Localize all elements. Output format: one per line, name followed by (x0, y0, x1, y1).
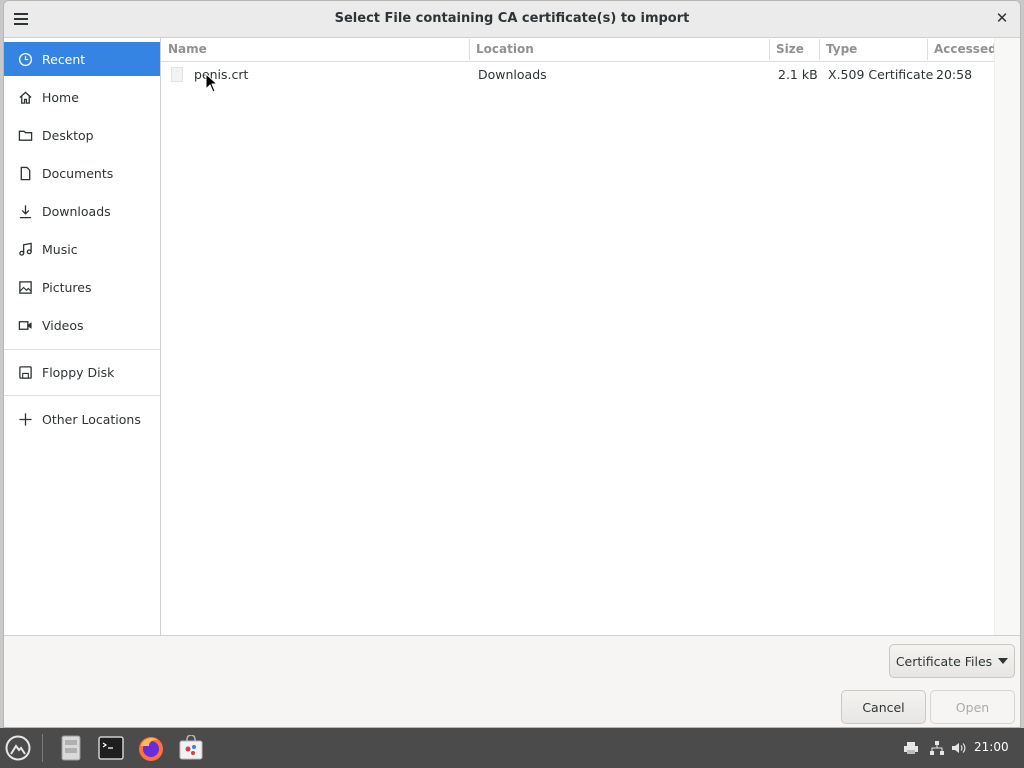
mouse-pointer-icon (205, 73, 219, 93)
sidebar-item-recent[interactable]: Recent (4, 42, 160, 76)
terminal-icon[interactable] (96, 733, 126, 763)
column-header-name[interactable]: Name (168, 42, 207, 56)
dialog-titlebar: Select File containing CA certificate(s)… (4, 1, 1020, 38)
music-icon (16, 240, 34, 258)
sidebar-item-music[interactable]: Music (4, 232, 160, 266)
sidebar-item-other-locations[interactable]: Other Locations (4, 402, 160, 436)
scrollbar[interactable] (994, 38, 1020, 635)
video-icon (16, 316, 34, 334)
sidebar-item-label: Videos (42, 317, 84, 333)
file-size: 2.1 kB (778, 67, 818, 82)
download-icon (16, 202, 34, 220)
column-header-row: Name Location Size Type Accessed (161, 38, 997, 62)
column-header-accessed[interactable]: Accessed (934, 42, 997, 56)
sidebar-item-label: Music (42, 241, 78, 257)
column-divider[interactable] (469, 39, 470, 60)
sidebar-item-home[interactable]: Home (4, 80, 160, 114)
open-button[interactable]: Open (930, 690, 1015, 724)
sidebar-item-label: Other Locations (42, 411, 141, 427)
volume-icon[interactable] (951, 740, 967, 756)
document-icon (16, 164, 34, 182)
sidebar-separator (4, 349, 160, 350)
firefox-icon[interactable] (136, 733, 166, 763)
taskbar: 21:00 (0, 728, 1024, 768)
file-name: penis.crt (194, 67, 249, 82)
table-row[interactable]: penis.crt Downloads 2.1 kB X.509 Certifi… (161, 62, 994, 86)
sidebar-item-label: Pictures (42, 279, 92, 295)
app-menu-icon[interactable] (3, 733, 33, 763)
sidebar-item-label: Desktop (42, 127, 94, 143)
folder-icon (16, 126, 34, 144)
file-accessed: 20:58 (936, 67, 973, 82)
sidebar-item-downloads[interactable]: Downloads (4, 194, 160, 228)
column-header-location[interactable]: Location (476, 42, 534, 56)
sidebar-item-documents[interactable]: Documents (4, 156, 160, 190)
picture-icon (16, 278, 34, 296)
network-icon[interactable] (929, 740, 945, 756)
clock-icon (16, 50, 34, 68)
cancel-button[interactable]: Cancel (841, 690, 926, 724)
sidebar-item-desktop[interactable]: Desktop (4, 118, 160, 152)
file-type: X.509 Certificate (828, 67, 934, 82)
printer-icon[interactable] (903, 740, 919, 756)
file-icon (171, 67, 183, 82)
cancel-label: Cancel (862, 699, 905, 715)
places-sidebar: Recent Home Desktop Documents Downloads (4, 38, 161, 635)
column-divider[interactable] (819, 39, 820, 60)
dialog-title: Select File containing CA certificate(s)… (334, 11, 690, 26)
sidebar-item-label: Recent (42, 51, 86, 67)
sidebar-item-label: Downloads (42, 203, 111, 219)
column-header-type[interactable]: Type (826, 42, 857, 56)
clock[interactable]: 21:00 (974, 740, 1009, 754)
open-label: Open (955, 699, 990, 715)
sidebar-item-label: Home (42, 89, 79, 105)
sidebar-separator (4, 395, 160, 396)
file-manager-icon[interactable] (56, 733, 86, 763)
sidebar-item-pictures[interactable]: Pictures (4, 270, 160, 304)
sidebar-item-videos[interactable]: Videos (4, 308, 160, 342)
dialog-action-area: Certificate Files Cancel Open (4, 635, 1020, 727)
close-icon[interactable]: ✕ (994, 9, 1010, 27)
file-type-filter-dropdown[interactable]: Certificate Files (889, 644, 1015, 678)
column-divider[interactable] (927, 39, 928, 60)
file-list: Name Location Size Type Accessed penis.c… (161, 38, 997, 635)
taskbar-separator (42, 734, 43, 762)
software-store-icon[interactable] (176, 733, 206, 763)
home-icon (16, 88, 34, 106)
chevron-down-icon (998, 658, 1009, 664)
sidebar-item-floppy-disk[interactable]: Floppy Disk (4, 355, 160, 389)
file-location: Downloads (478, 67, 547, 82)
column-divider[interactable] (769, 39, 770, 60)
file-chooser-dialog: Select File containing CA certificate(s)… (3, 0, 1021, 728)
sidebar-item-label: Documents (42, 165, 114, 181)
plus-icon (16, 410, 34, 428)
floppy-icon (16, 363, 34, 381)
filter-label: Certificate Files (895, 653, 993, 669)
column-header-size[interactable]: Size (776, 42, 804, 56)
sidebar-item-label: Floppy Disk (42, 364, 115, 380)
